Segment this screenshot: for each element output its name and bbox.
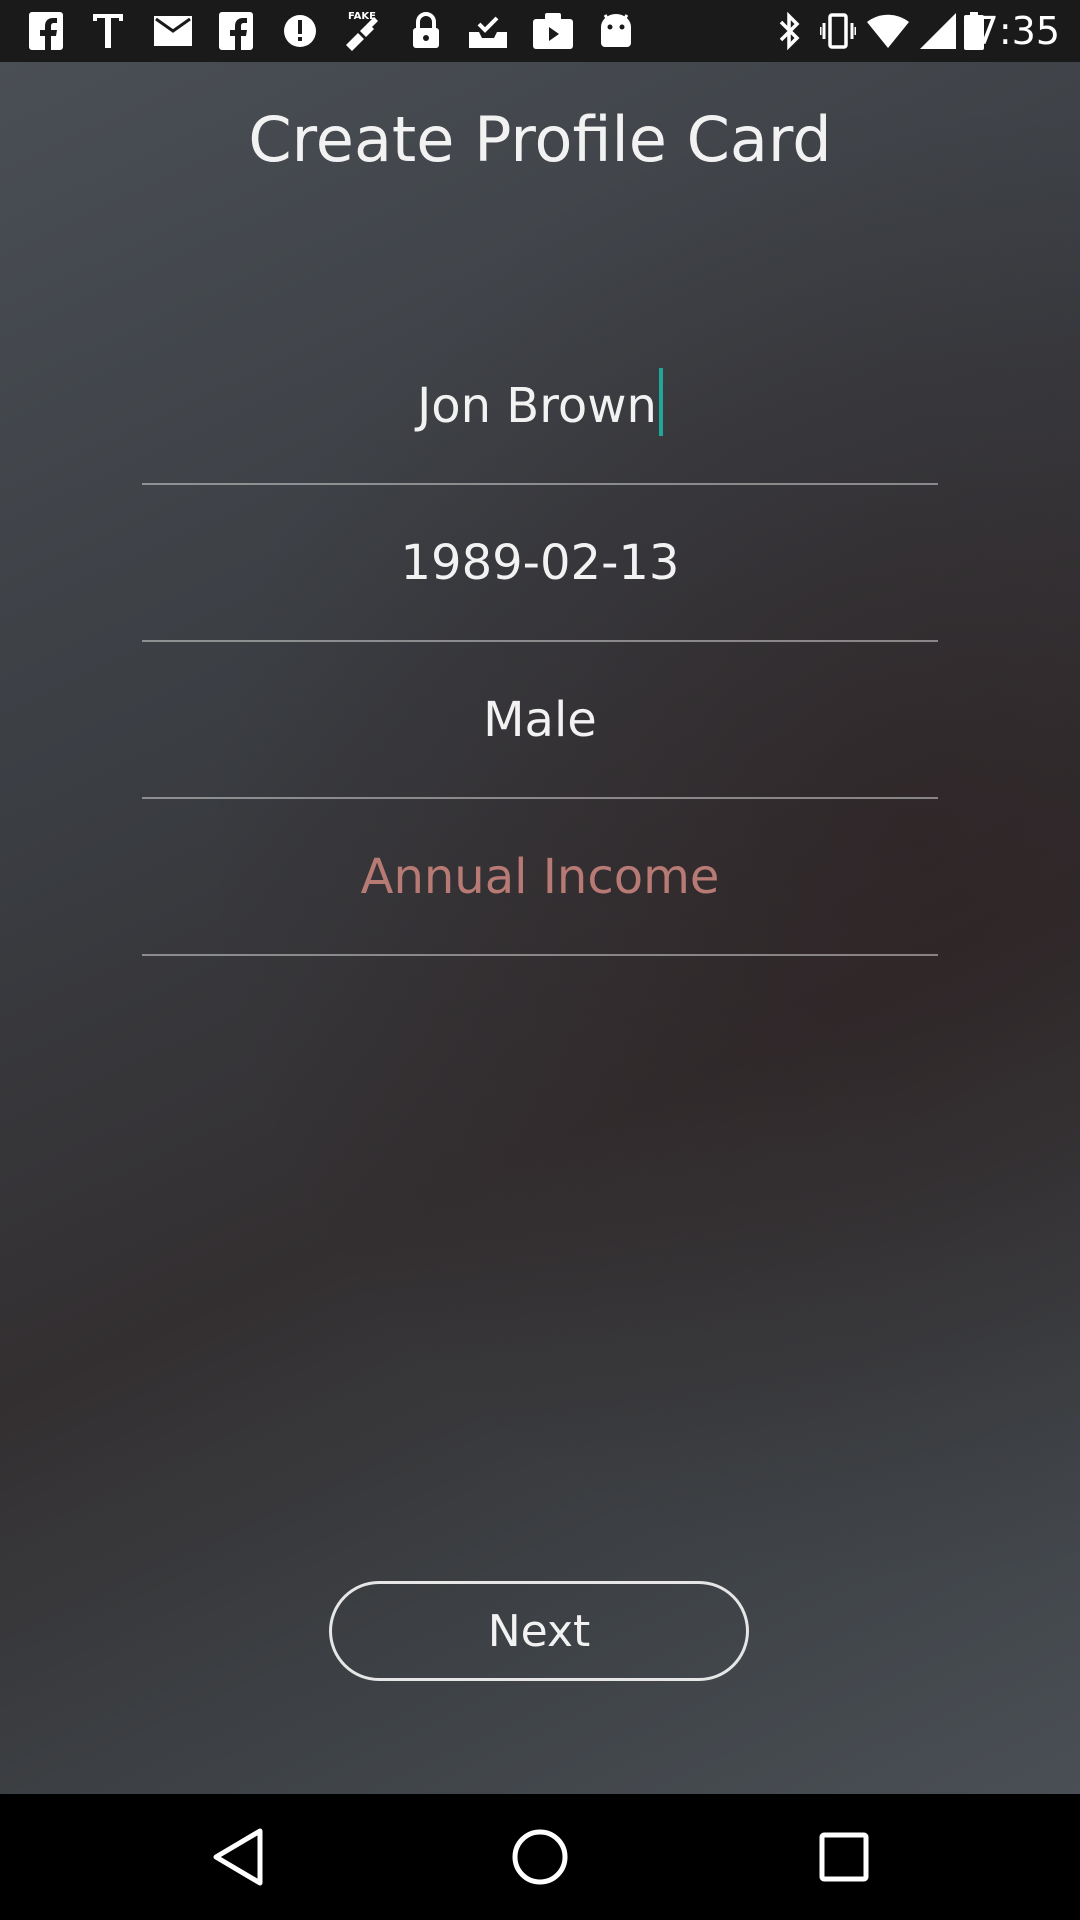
signal-icon [918, 10, 958, 52]
android-icon [594, 10, 638, 52]
gender-field[interactable]: Male [142, 642, 938, 799]
status-time: 7:35 [974, 9, 1060, 53]
facebook-icon [24, 10, 68, 52]
back-icon[interactable] [203, 1822, 273, 1892]
inbox-check-icon [464, 10, 512, 52]
bluetooth-icon [772, 10, 808, 52]
gender-value: Male [483, 691, 597, 748]
next-button[interactable]: Next [329, 1581, 749, 1681]
video-play-icon [530, 10, 576, 52]
vibrate-icon [818, 10, 858, 52]
fake-gps-icon: FAKE [338, 10, 388, 52]
alert-icon [278, 10, 322, 52]
annual-income-field[interactable]: Annual Income [142, 799, 938, 956]
page-title: Create Profile Card [248, 103, 832, 176]
name-field[interactable]: Jon Brown [142, 328, 938, 485]
text-cursor [658, 367, 663, 436]
text-icon [86, 10, 130, 52]
screen: FAKE 7:35 Create Profile Card Jon Brown … [0, 0, 1080, 1920]
birthdate-value: 1989-02-13 [400, 534, 680, 591]
facebook-icon [214, 10, 258, 52]
birthdate-field[interactable]: 1989-02-13 [142, 485, 938, 642]
mail-icon [150, 10, 196, 52]
status-bar: FAKE 7:35 [0, 0, 1080, 62]
recents-icon[interactable] [809, 1822, 879, 1892]
navigation-bar [0, 1794, 1080, 1920]
name-value: Jon Brown [417, 377, 657, 434]
home-icon[interactable] [505, 1822, 575, 1892]
app-content: Create Profile Card Jon Brown 1989-02-13… [0, 62, 1080, 1794]
wifi-icon [866, 10, 910, 52]
lock-icon [406, 10, 446, 52]
annual-income-placeholder: Annual Income [360, 848, 720, 905]
